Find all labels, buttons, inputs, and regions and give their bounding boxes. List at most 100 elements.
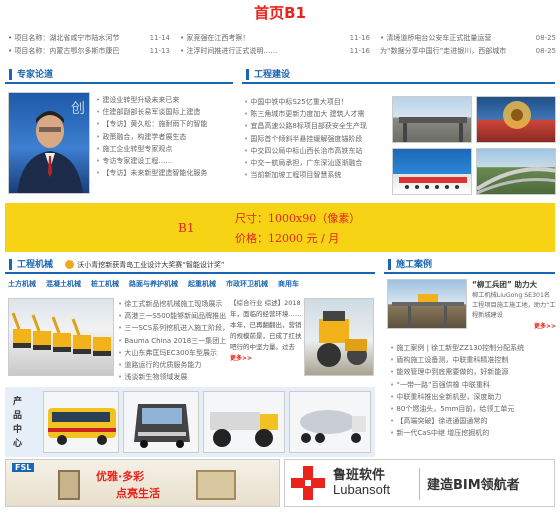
list-item[interactable]: 中交一航局承担，广东深汕逐渐融合	[244, 157, 386, 169]
top-news-col3: • 清境道桥电台公安车正式批量运营 08-25 为“数据分享中国行”走进银川，西部…	[380, 32, 556, 58]
news-item[interactable]: • 清境道桥电台公安车正式批量运营 08-25	[380, 32, 556, 45]
list-item[interactable]: 盾构施工设备测，中联重科精准控制	[390, 354, 556, 366]
section-title[interactable]: 工程建设	[254, 66, 290, 84]
news-item[interactable]: • 家竞强在江西考察！ 11-16	[180, 32, 370, 45]
highway-image	[477, 167, 555, 194]
tab-earthwork[interactable]: 土方机械	[8, 279, 36, 289]
more-link[interactable]: 更多>>	[230, 355, 252, 362]
tab-concrete[interactable]: 混凝土机械	[46, 279, 81, 289]
list-item[interactable]: “一带一路”百强供橡 中联重科	[390, 379, 556, 391]
lubansoft-slogan: 建造BIM领航者	[427, 478, 520, 493]
product-dump-truck[interactable]	[203, 391, 285, 453]
tab-municipal[interactable]: 市政环卫机械	[226, 279, 268, 289]
section-title[interactable]: 工程机械	[17, 256, 53, 274]
product-center-label: 产品中心	[13, 397, 23, 449]
ad-lubansoft[interactable]: 鲁班软件 Lubansoft 建造BIM领航者	[284, 459, 555, 507]
fsl-lamp-left	[58, 470, 80, 500]
review-text: 【综合行业 综述】2018年，面临的经营环境……本年，已再翻翻出，营销的规模前景…	[230, 299, 302, 351]
machinery-section-header: 工程机械 沃小青挖新获青岛工业设计大奖赛“智能设计奖”	[5, 256, 375, 274]
case-photo[interactable]	[387, 279, 467, 329]
lubansoft-name-en: Lubansoft	[333, 482, 391, 497]
case-feature-text: 柳工机械LiuGong SE301名工程项目施工施工地，助力“工程新城建设	[472, 292, 556, 319]
ad-banner-b1[interactable]: B1 尺寸：1000x90（像素） 价格：12000 元 / 月	[5, 203, 555, 252]
list-item[interactable]: 陈三角城市更新力度加大 建筑人才需	[244, 108, 386, 120]
fsl-slogan-2: 点亮生活	[116, 487, 160, 500]
engineering-photo-4[interactable]	[476, 148, 556, 195]
list-item[interactable]: 中联重科推出全新机型，深度助力	[390, 391, 556, 403]
news-item[interactable]: • 注浮时间推进行正式说明…… 11-16	[180, 45, 370, 58]
ad-fsl[interactable]: FSL 优雅·多彩 点亮生活	[5, 459, 280, 507]
product-bus-2[interactable]	[123, 391, 199, 453]
news-item[interactable]: • 项目名称：湖北省咸宁市陆水河节 11-14	[8, 32, 170, 45]
list-item[interactable]: 80个燃油头，5mm目前，给领工单元	[390, 403, 556, 415]
ceremony-image	[399, 177, 467, 189]
list-item[interactable]: 【高端突破】徐进通国通常的	[390, 415, 556, 427]
product-center: 产品中心	[5, 387, 375, 457]
machinery-headline[interactable]: 沃小青挖新获青岛工业设计大奖赛“智能设计奖”	[77, 261, 224, 269]
list-item[interactable]: 徐工式新品挖机械施工现场展示	[118, 298, 226, 310]
list-item[interactable]: 【专访】未来新型建造智能化服务	[96, 167, 234, 179]
list-item[interactable]: 新一代CaS中继 增压挖掘机的	[390, 427, 556, 439]
machinery-photo-left[interactable]	[8, 298, 114, 376]
ad-label: B1	[178, 221, 195, 235]
cases-list: 施工案例 | 徐工新型ZZ130控制分配系统 盾构施工设备测，中联重科精准控制 …	[390, 342, 556, 440]
list-item[interactable]: 中交四公局中标山西长治市高铁东站	[244, 145, 386, 157]
tunnel-boring-image	[503, 101, 531, 129]
list-item[interactable]: 住建部副部长易军谈国际上建造	[96, 106, 234, 118]
case-feature[interactable]: “柳工兵团” 助力大 柳工机械LiuGong SE301名工程项目施工施工地，助…	[472, 279, 556, 331]
list-item[interactable]: 专访专家建设工程……	[96, 155, 234, 167]
coach-image	[134, 404, 190, 448]
list-item[interactable]: 【专访】黄久松：施耐雨下的智能	[96, 118, 234, 130]
news-item[interactable]: 为“数据分享中国行”走进银川，西部城市 08-25	[380, 45, 556, 58]
portrait-image: 创	[17, 101, 85, 193]
list-item[interactable]: 施工企业转型专家观点	[96, 143, 234, 155]
list-item[interactable]: 大山东弗匡玛EC300车型展示	[118, 347, 226, 359]
list-item[interactable]: 高港三一S500能够新闻品牌推出	[118, 310, 226, 322]
list-item[interactable]: 政策融合，构建学者展生态	[96, 131, 234, 143]
list-item[interactable]: 国际首个倾斜半悬挂缓解强度锚阶段	[244, 133, 386, 145]
list-item[interactable]: 施工案例 | 徐工新型ZZ130控制分配系统	[390, 342, 556, 354]
section-marker	[9, 259, 12, 270]
tunnel-image	[399, 117, 467, 142]
excavator-fleet-image	[11, 312, 111, 356]
tanker-image	[300, 410, 366, 443]
more-link[interactable]: 更多>>	[534, 323, 556, 330]
news-item[interactable]: • 项目名称：内蒙古鄂尔多斯市康巴 11-13	[8, 45, 170, 58]
expert-photo[interactable]: 创	[8, 92, 90, 194]
list-item[interactable]: 中国中铁中标S25亿重大项目！	[244, 96, 386, 108]
section-title[interactable]: 施工案例	[396, 256, 432, 274]
bridge-site-image	[392, 294, 464, 328]
list-item[interactable]: 道路运行的优质服务能力	[118, 359, 226, 371]
list-item[interactable]: 三一SCS系列挖机进入施工阶段，	[118, 322, 226, 334]
section-title[interactable]: 专家论道	[17, 66, 53, 84]
top-news: • 项目名称：湖北省咸宁市陆水河节 11-14 • 项目名称：内蒙古鄂尔多斯市康巴…	[8, 32, 556, 62]
list-item[interactable]: Bauma China 2018三一集团上演	[118, 335, 226, 347]
engineering-list: 中国中铁中标S25亿重大项目！ 陈三角城市更新力度加大 建筑人才需 宜昌高速公路…	[244, 96, 386, 181]
engineering-photo-3[interactable]	[392, 148, 472, 195]
engineering-section-header: 工程建设	[242, 66, 555, 84]
list-item[interactable]: 宜昌高速公路8标项目部获安全生产现	[244, 120, 386, 132]
list-item[interactable]: 当前新加坡工程项目智慧系统	[244, 169, 386, 181]
expert-section-header: 专家论道	[5, 66, 233, 84]
top-news-col2: • 家竞强在江西考察！ 11-16 • 注浮时间推进行正式说明…… 11-16	[180, 32, 370, 58]
product-tanker[interactable]	[289, 391, 371, 453]
product-bus-1[interactable]	[43, 391, 119, 453]
tab-commercial[interactable]: 商用车	[278, 279, 299, 289]
engineering-photo-1[interactable]	[392, 96, 472, 143]
engineering-photo-2[interactable]	[476, 96, 556, 143]
top-news-col1: • 项目名称：湖北省咸宁市陆水河节 11-14 • 项目名称：内蒙古鄂尔多斯市康巴…	[8, 32, 170, 58]
section-marker	[246, 69, 249, 80]
tab-piling[interactable]: 桩工机械	[91, 279, 119, 289]
tab-road[interactable]: 路面与养护机械	[129, 279, 178, 289]
machinery-photo-right[interactable]	[304, 298, 374, 376]
lubansoft-logo-icon	[291, 466, 325, 500]
machinery-category-tabs: 土方机械 混凝土机械 桩工机械 路面与养护机械 起重机械 市政环卫机械 商用车	[8, 279, 370, 293]
machinery-review[interactable]: 【综合行业 综述】2018年，面临的经营环境……本年，已再翻翻出，营销的规模前景…	[230, 298, 302, 376]
headline-icon	[65, 260, 75, 269]
tab-lifting[interactable]: 起重机械	[188, 279, 216, 289]
ad-size: 尺寸：1000x90（像素）	[235, 212, 361, 225]
ad-price: 价格：12000 元 / 月	[235, 232, 340, 245]
list-item[interactable]: 浅谈新生物领域发展	[118, 371, 226, 383]
list-item[interactable]: 建设业转型升级未来已来	[96, 94, 234, 106]
list-item[interactable]: 能效管理中到底需要做的，好新能源	[390, 366, 556, 378]
